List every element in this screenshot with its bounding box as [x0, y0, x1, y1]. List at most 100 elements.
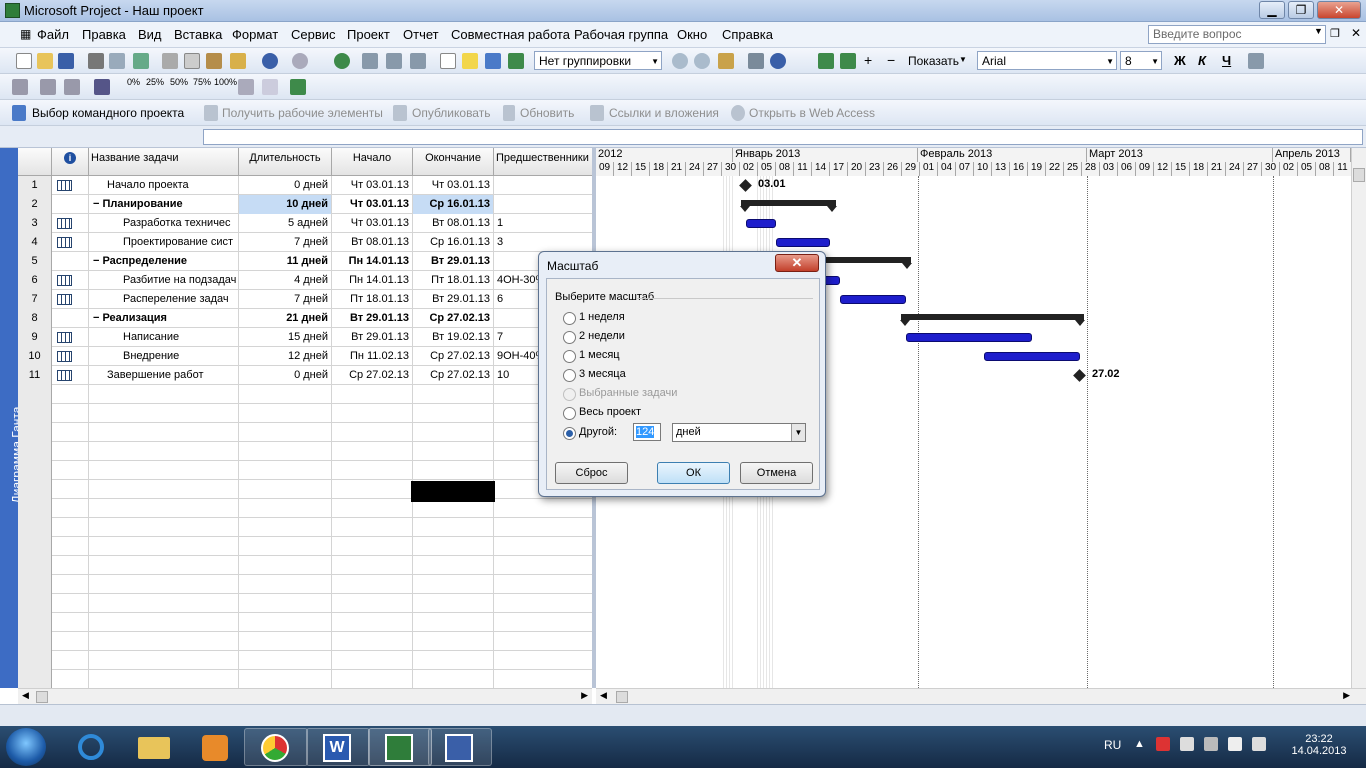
finish-cell[interactable] — [413, 442, 494, 461]
milestone-label[interactable]: 27.02 — [1092, 368, 1120, 380]
indicator-cell[interactable] — [52, 214, 89, 233]
task-name-cell[interactable] — [89, 537, 239, 556]
choose-team-project-button[interactable]: Выбор командного проекта — [32, 106, 184, 120]
duration-cell[interactable] — [239, 461, 332, 480]
paste-icon[interactable] — [206, 53, 222, 69]
predecessors-cell[interactable] — [494, 518, 592, 537]
scroll-to-task-icon[interactable] — [718, 53, 734, 69]
task-name-cell[interactable] — [89, 575, 239, 594]
publish-button[interactable]: Опубликовать — [412, 106, 490, 120]
predecessors-cell[interactable] — [494, 651, 592, 670]
start-cell[interactable] — [332, 461, 413, 480]
arrow-right-icon[interactable] — [840, 53, 856, 69]
header-duration[interactable]: Длительность — [239, 148, 332, 176]
assign-resources-icon[interactable] — [485, 53, 501, 69]
task-name-cell[interactable] — [89, 556, 239, 575]
duration-cell[interactable]: 0 дней — [239, 366, 332, 385]
task-name-cell[interactable] — [89, 632, 239, 651]
summary-cap[interactable] — [900, 320, 910, 326]
finish-cell[interactable]: Пт 18.01.13 — [413, 271, 494, 290]
indicator-cell[interactable] — [52, 632, 89, 651]
task-name-cell[interactable] — [89, 670, 239, 688]
task-name-cell[interactable] — [89, 594, 239, 613]
finish-cell[interactable] — [413, 613, 494, 632]
start-cell[interactable] — [332, 632, 413, 651]
menu-format[interactable]: Формат — [232, 27, 278, 42]
task-name-cell[interactable] — [89, 442, 239, 461]
predecessors-cell[interactable] — [494, 632, 592, 651]
start-cell[interactable]: Пн 14.01.13 — [332, 252, 413, 271]
table-row[interactable]: 6 Разбитие на подзадач 4 дней Пн 14.01.13 Пт… — [18, 271, 592, 290]
indicator-cell[interactable] — [52, 613, 89, 632]
tray-clock[interactable]: 23:22 14.04.2013 — [1282, 733, 1356, 757]
radio-custom[interactable] — [563, 427, 576, 440]
menu-collaborate[interactable]: Совместная работа — [451, 27, 570, 42]
task-name-cell[interactable] — [89, 518, 239, 537]
task-bar[interactable] — [840, 295, 906, 304]
help-search-input[interactable]: Введите вопрос — [1148, 25, 1326, 44]
menu-file[interactable]: Файл — [37, 27, 69, 42]
indicator-cell[interactable] — [52, 290, 89, 309]
filter-icon[interactable] — [1248, 53, 1264, 69]
duration-cell[interactable] — [239, 594, 332, 613]
redo-icon[interactable] — [292, 53, 308, 69]
predecessors-cell[interactable] — [494, 594, 592, 613]
indicator-cell[interactable] — [52, 518, 89, 537]
reschedule-icon[interactable] — [238, 79, 254, 95]
copy-picture-icon[interactable] — [748, 53, 764, 69]
radio-entire-project[interactable] — [563, 407, 576, 420]
duration-cell[interactable]: 7 дней — [239, 233, 332, 252]
ok-button[interactable]: ОК — [657, 462, 730, 484]
table-row[interactable] — [18, 423, 592, 442]
duration-cell[interactable]: 15 дней — [239, 328, 332, 347]
unit-dropdown-icon[interactable]: ▼ — [791, 424, 805, 441]
start-cell[interactable] — [332, 385, 413, 404]
indicator-cell[interactable] — [52, 537, 89, 556]
task-name-cell[interactable]: − Реализация — [89, 309, 239, 328]
duration-cell[interactable] — [239, 537, 332, 556]
table-row[interactable] — [18, 404, 592, 423]
get-work-items-button[interactable]: Получить рабочие элементы — [222, 106, 383, 120]
table-row[interactable]: 10 Внедрение 12 дней Пн 11.02.13 Ср 27.02.13… — [18, 347, 592, 366]
task-info-icon[interactable] — [440, 53, 456, 69]
task-name-cell[interactable] — [89, 385, 239, 404]
predecessors-cell[interactable] — [494, 537, 592, 556]
radio-3-months[interactable] — [563, 369, 576, 382]
print-icon[interactable] — [88, 53, 104, 69]
start-cell[interactable]: Чт 03.01.13 — [332, 195, 413, 214]
cancel-button[interactable]: Отмена — [740, 462, 813, 484]
summary-cap[interactable] — [902, 263, 912, 269]
table-row[interactable] — [18, 442, 592, 461]
task-name-cell[interactable] — [89, 461, 239, 480]
add-progress-line-icon[interactable] — [290, 79, 306, 95]
finish-cell[interactable]: Вт 29.01.13 — [413, 290, 494, 309]
predecessors-cell[interactable] — [494, 499, 592, 518]
indicator-cell[interactable] — [52, 347, 89, 366]
complete-100-button[interactable]: 100% — [214, 77, 237, 87]
duration-cell[interactable] — [239, 518, 332, 537]
duration-cell[interactable]: 21 дней — [239, 309, 332, 328]
finish-cell[interactable] — [413, 670, 494, 688]
bold-button[interactable]: Ж — [1174, 53, 1186, 68]
milestone-marker[interactable] — [1073, 369, 1086, 382]
start-cell[interactable] — [332, 442, 413, 461]
indicator-cell[interactable] — [52, 480, 89, 499]
gantt-hscrollbar[interactable]: ◀ ▶ — [596, 688, 1366, 704]
save-disk-icon[interactable] — [428, 728, 492, 766]
radio-3-months-label[interactable]: 3 месяца — [579, 368, 626, 380]
grouping-select[interactable]: Нет группировки ▼ — [534, 51, 662, 70]
finish-cell[interactable]: Чт 03.01.13 — [413, 176, 494, 195]
print-preview-icon[interactable] — [109, 53, 125, 69]
indicator-cell[interactable] — [52, 670, 89, 688]
task-name-cell[interactable]: Внедрение — [89, 347, 239, 366]
indicator-cell[interactable] — [52, 461, 89, 480]
indicator-cell[interactable] — [52, 594, 89, 613]
finish-cell[interactable] — [413, 556, 494, 575]
finish-cell[interactable]: Вт 29.01.13 — [413, 252, 494, 271]
zoom-out-icon[interactable] — [694, 53, 710, 69]
task-bar[interactable] — [776, 238, 830, 247]
header-task-name[interactable]: Название задачи — [89, 148, 239, 176]
cut-icon[interactable] — [162, 53, 178, 69]
unlink-tasks-icon[interactable] — [386, 53, 402, 69]
table-row[interactable]: 1 Начало проекта 0 дней Чт 03.01.13 Чт 03.01… — [18, 176, 592, 195]
